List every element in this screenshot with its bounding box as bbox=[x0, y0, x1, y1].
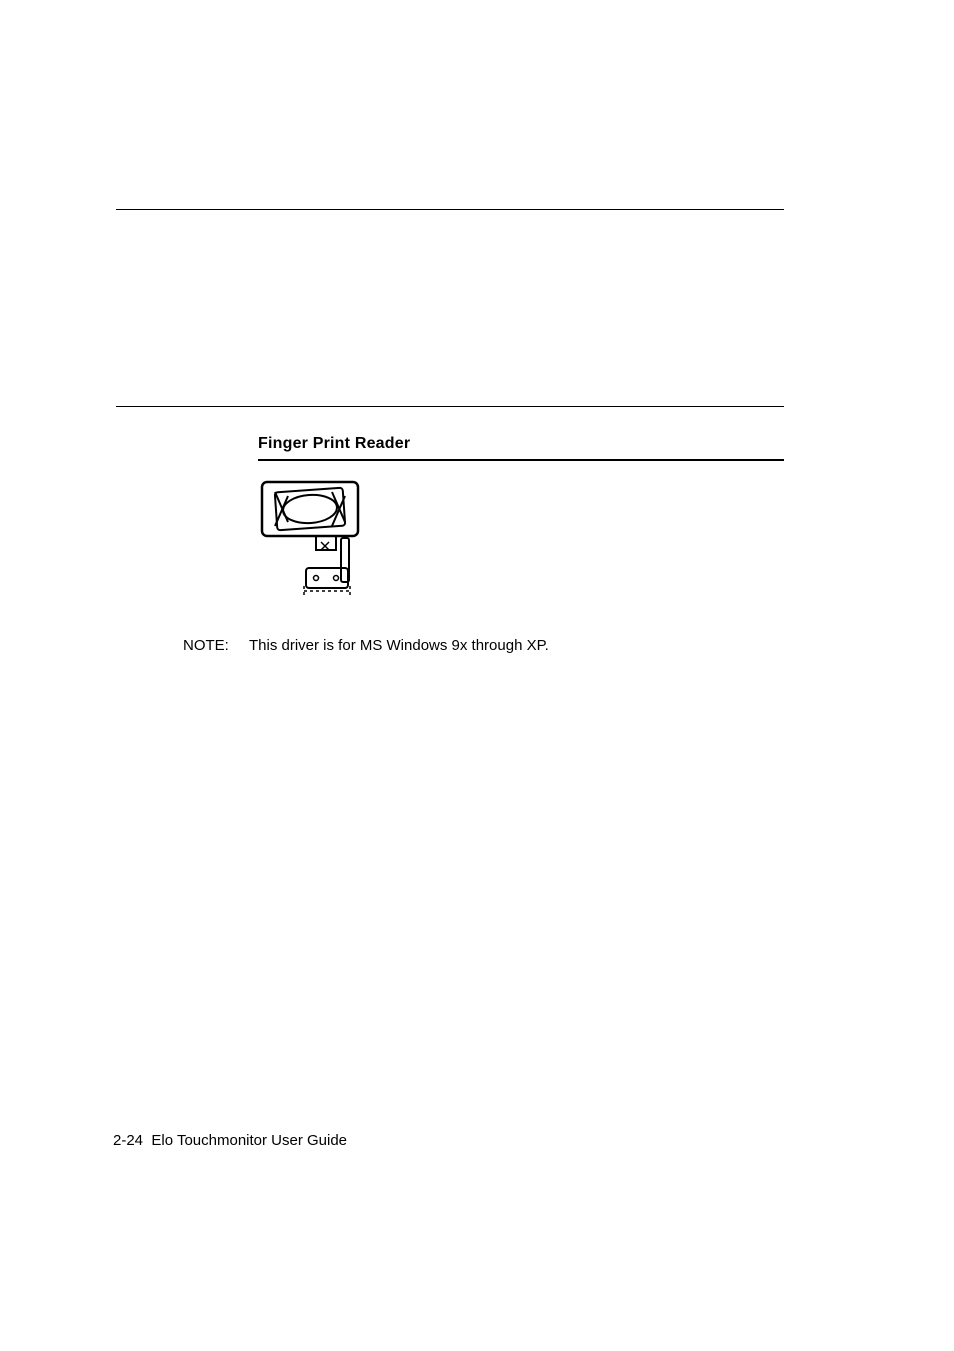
fingerprint-reader-icon bbox=[258, 478, 368, 598]
heading-underline-rule bbox=[258, 459, 784, 461]
page-footer: 2-24 Elo Touchmonitor User Guide bbox=[113, 1132, 347, 1149]
section-heading: Finger Print Reader bbox=[258, 435, 410, 453]
section-divider-rule bbox=[116, 406, 784, 407]
fingerprint-reader-device-illustration bbox=[258, 478, 368, 603]
page-number: 2-24 bbox=[113, 1132, 143, 1149]
note-label: NOTE: bbox=[183, 637, 249, 654]
note-row: NOTE: This driver is for MS Windows 9x t… bbox=[183, 637, 549, 654]
doc-title: Elo Touchmonitor User Guide bbox=[151, 1132, 347, 1149]
note-text: This driver is for MS Windows 9x through… bbox=[249, 637, 549, 654]
document-page: Finger Print Reader bbox=[0, 0, 954, 1351]
top-horizontal-rule bbox=[116, 209, 784, 210]
